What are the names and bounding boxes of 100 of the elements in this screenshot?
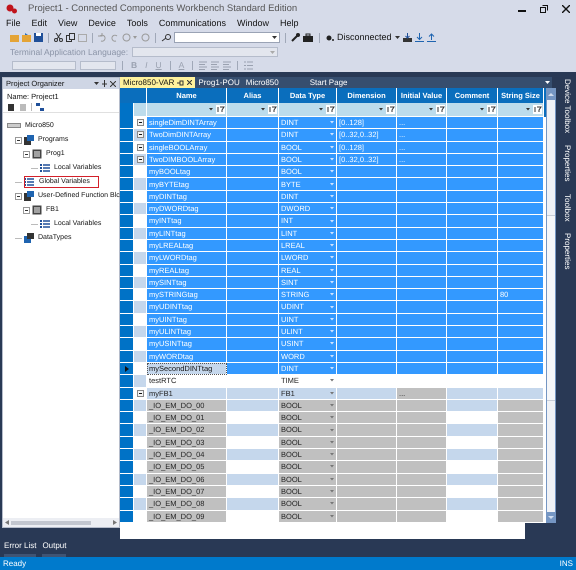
menu-item[interactable]: Communications xyxy=(158,17,226,31)
menu-item[interactable]: Edit xyxy=(32,17,48,31)
download-icon[interactable] xyxy=(402,33,412,42)
scrollbar-thumb[interactable] xyxy=(11,520,91,524)
table-cell xyxy=(227,264,279,277)
editor-tab[interactable]: Micro850 xyxy=(242,77,307,88)
menu-item[interactable]: Device xyxy=(88,17,116,31)
filter-icon[interactable] xyxy=(533,105,542,114)
table-cell xyxy=(447,289,498,302)
table-cell xyxy=(447,388,498,400)
table-cell xyxy=(397,203,447,216)
table-cell xyxy=(337,424,397,437)
expand-icon[interactable] xyxy=(136,144,144,151)
row-header xyxy=(134,350,147,363)
expand-icon[interactable] xyxy=(136,131,144,138)
scissors-icon[interactable] xyxy=(54,33,63,42)
vertical-scrollbar[interactable] xyxy=(546,88,556,523)
table-cell xyxy=(447,326,498,338)
close-icon[interactable] xyxy=(110,80,116,86)
table-cell xyxy=(227,326,279,338)
collapse-icon[interactable] xyxy=(15,136,22,144)
caret-icon[interactable] xyxy=(394,36,400,39)
table-cell xyxy=(337,178,397,191)
filter-cell[interactable] xyxy=(147,103,227,117)
pin-icon[interactable] xyxy=(102,80,107,87)
table-cell xyxy=(397,276,447,290)
upload-icon[interactable] xyxy=(426,33,436,42)
menu-item[interactable]: Help xyxy=(280,17,298,31)
table-cell xyxy=(447,240,498,252)
collapse-icon[interactable] xyxy=(23,150,30,158)
filter-icon[interactable] xyxy=(216,105,225,114)
add-icon[interactable] xyxy=(7,102,15,110)
table-cell xyxy=(498,228,544,240)
table-cell xyxy=(498,276,544,290)
filter-icon[interactable] xyxy=(436,105,445,114)
close-icon[interactable] xyxy=(562,5,570,13)
filter-cell[interactable] xyxy=(447,103,498,117)
menu-item[interactable]: Tools xyxy=(126,17,148,31)
list-icon xyxy=(24,177,34,187)
table-cell xyxy=(227,338,279,351)
list-icon xyxy=(40,163,50,173)
status-message: Ready xyxy=(3,558,26,570)
table-cell xyxy=(337,289,397,302)
table-cell xyxy=(337,190,397,204)
filter-cell[interactable] xyxy=(397,103,447,117)
side-tab[interactable]: Device Toolbox xyxy=(561,79,573,134)
pin-icon[interactable] xyxy=(177,80,184,86)
table-cell xyxy=(447,190,498,204)
copy-icon[interactable] xyxy=(66,33,75,42)
find-icon[interactable] xyxy=(161,33,171,42)
filter-icon[interactable] xyxy=(326,105,335,114)
caret-icon[interactable] xyxy=(330,379,334,382)
menu-item[interactable]: Window xyxy=(236,17,269,31)
collapse-icon[interactable] xyxy=(15,192,22,200)
table-cell xyxy=(227,498,279,510)
table-cell xyxy=(397,400,447,412)
filter-cell[interactable] xyxy=(498,103,544,117)
caret-icon[interactable] xyxy=(94,82,99,85)
controller-icon xyxy=(7,121,21,131)
restore-icon[interactable] xyxy=(540,5,548,13)
editor-tab[interactable]: Micro850-VAR xyxy=(120,77,196,88)
scroll-right-icon[interactable] xyxy=(113,520,117,525)
filter-cell[interactable] xyxy=(227,103,279,117)
editor-tab[interactable]: Prog1-POU xyxy=(195,77,243,88)
side-tab[interactable]: Properties xyxy=(561,145,573,182)
editor-tab[interactable]: Start Page xyxy=(306,77,350,88)
table-cell xyxy=(337,252,397,265)
toolbox-icon[interactable] xyxy=(303,33,313,42)
collapse-icon[interactable] xyxy=(23,206,30,214)
table-cell xyxy=(447,178,498,191)
side-tab[interactable]: Properties xyxy=(561,233,573,270)
table-cell xyxy=(447,474,498,486)
save-icon[interactable] xyxy=(34,33,43,42)
row-selector[interactable] xyxy=(120,362,134,376)
scrollbar-thumb[interactable] xyxy=(547,215,555,401)
folder-icon[interactable] xyxy=(22,33,31,42)
menu-item[interactable]: View xyxy=(58,17,78,31)
menu-item[interactable]: File xyxy=(6,17,21,31)
scroll-left-icon[interactable] xyxy=(5,520,9,525)
table-cell xyxy=(337,301,397,314)
caret-icon[interactable] xyxy=(545,81,550,84)
table-cell xyxy=(227,142,279,154)
caret-icon xyxy=(526,108,530,111)
wrench-icon[interactable] xyxy=(291,33,300,42)
filter-icon[interactable] xyxy=(487,105,496,114)
download-icon[interactable] xyxy=(414,33,424,42)
side-tab[interactable]: Toolbox xyxy=(561,194,573,222)
table-cell xyxy=(447,498,498,510)
table-cell xyxy=(498,240,544,252)
filter-icon[interactable] xyxy=(386,105,395,114)
connection-status[interactable]: Disconnected xyxy=(337,30,392,44)
expand-icon[interactable] xyxy=(136,119,144,126)
expand-icon[interactable] xyxy=(136,156,144,164)
filter-cell[interactable] xyxy=(279,103,337,117)
close-icon[interactable] xyxy=(187,80,192,85)
filter-cell[interactable] xyxy=(337,103,397,117)
filter-icon[interactable] xyxy=(268,105,277,114)
tree-view-icon[interactable] xyxy=(36,102,44,110)
caret-icon xyxy=(379,108,383,111)
expand-icon[interactable] xyxy=(136,390,144,397)
